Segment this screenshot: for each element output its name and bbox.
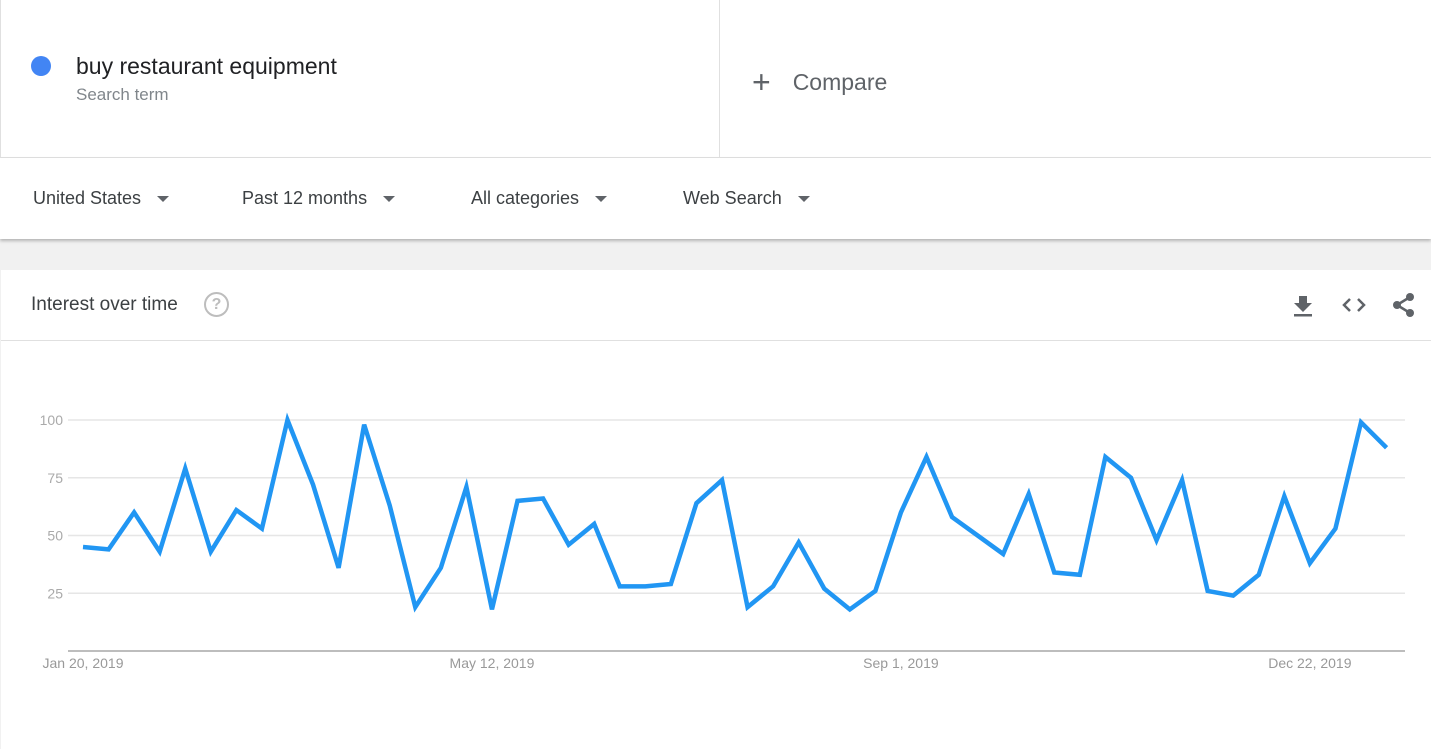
y-tick-label: 25 — [47, 585, 63, 601]
x-tick-label: Jan 20, 2019 — [43, 655, 124, 671]
x-tick-label: Dec 22, 2019 — [1268, 655, 1351, 671]
chevron-down-icon — [157, 195, 170, 202]
category-label: All categories — [471, 188, 580, 208]
compare-button[interactable]: + Compare — [752, 66, 887, 98]
y-tick-label: 100 — [40, 412, 64, 428]
x-tick-label: Sep 1, 2019 — [863, 655, 939, 671]
chevron-down-icon — [595, 195, 608, 202]
compare-label: Compare — [792, 68, 888, 95]
category-dropdown[interactable]: All categories — [471, 188, 608, 209]
series-color-dot — [31, 56, 51, 76]
y-tick-label: 75 — [47, 470, 63, 486]
filter-bar: United States Past 12 months All categor… — [0, 158, 1431, 239]
chevron-down-icon — [383, 195, 396, 202]
chevron-down-icon — [797, 195, 810, 202]
search-type-dropdown[interactable]: Web Search — [683, 188, 810, 209]
plus-icon: + — [752, 64, 771, 100]
search-term-card[interactable]: buy restaurant equipment Search term — [0, 0, 720, 158]
interest-chart: 25 50 75 100 Jan 20, 2019 May 12, 2019 Sep 1, … — [40, 412, 1405, 671]
search-term-subtitle: Search term — [76, 85, 169, 104]
x-tick-label: May 12, 2019 — [450, 655, 535, 671]
time-range-dropdown[interactable]: Past 12 months — [242, 188, 396, 209]
search-term-name[interactable]: buy restaurant equipment — [76, 53, 337, 80]
y-tick-label: 50 — [47, 528, 63, 544]
region-dropdown[interactable]: United States — [33, 188, 170, 209]
interest-over-time-card: Interest over time ? 25 50 75 100 Jan 20, 20… — [1, 270, 1431, 749]
region-label: United States — [33, 188, 142, 208]
time-range-label: Past 12 months — [242, 188, 368, 208]
series-line — [82, 412, 1389, 613]
search-term-panel: buy restaurant equipment Search term + C… — [0, 0, 1431, 158]
search-type-label: Web Search — [683, 188, 782, 208]
